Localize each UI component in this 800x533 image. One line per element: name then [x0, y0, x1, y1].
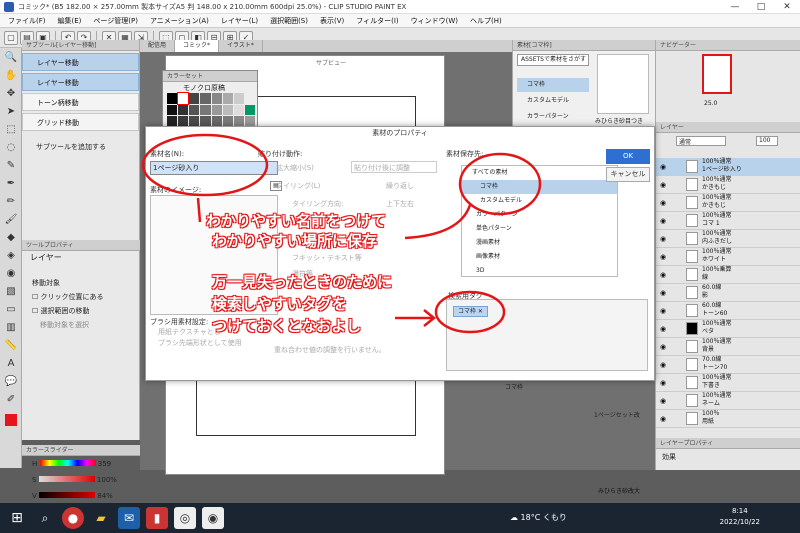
- annotation-4: 検索しやすいタグを: [212, 295, 347, 313]
- clock-time: 8:14: [731, 507, 748, 515]
- chrome-icon[interactable]: ●: [62, 507, 84, 529]
- explorer-icon[interactable]: ▰: [90, 507, 112, 529]
- windows-start-icon[interactable]: ⊞: [6, 507, 28, 529]
- annotation-marks: [141, 133, 542, 334]
- office-icon[interactable]: ▮: [146, 507, 168, 529]
- circle-name-field: [141, 133, 269, 197]
- clock[interactable]: 8:14 2022/10/22: [720, 506, 760, 528]
- weather-widget[interactable]: ☁ 18°C くもり: [510, 512, 567, 523]
- weather-text: 18°C くもり: [520, 513, 567, 522]
- circle-tag: [434, 290, 506, 334]
- clock-date: 2022/10/22: [719, 518, 760, 526]
- circle-save-location: [458, 152, 542, 216]
- clip-studio-paint-icon[interactable]: ◉: [202, 507, 224, 529]
- annotation-3: 万一見失ったときのために: [212, 273, 393, 291]
- annotation-2: わかりやすい場所に保存: [212, 232, 378, 250]
- annotation-5: つけておくとなおよし: [212, 317, 362, 335]
- taskbar: ⊞ ⌕ ● ▰ ✉ ▮ ◎ ◉ ☁ 18°C くもり 8:14 2022/10/…: [0, 503, 800, 533]
- clip-studio-icon[interactable]: ◎: [174, 507, 196, 529]
- search-icon[interactable]: ⌕: [34, 507, 56, 529]
- arrow-3: [395, 309, 437, 327]
- arrow-1: [196, 197, 202, 223]
- mail-icon[interactable]: ✉: [118, 507, 140, 529]
- annotation-1: わかりやすい名前をつけて: [206, 212, 387, 230]
- arrow-2: [404, 204, 472, 240]
